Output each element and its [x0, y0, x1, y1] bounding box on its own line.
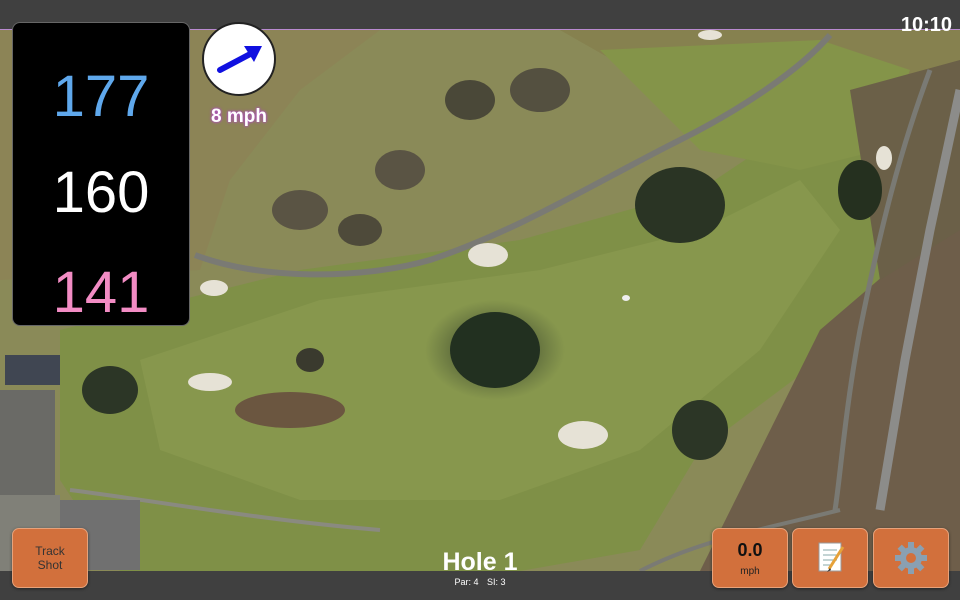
settings-button[interactable] — [873, 528, 949, 588]
bunker — [468, 243, 508, 267]
track-shot-label-line2: Shot — [37, 558, 63, 572]
gear-icon — [895, 542, 927, 574]
middle-distance: 160 — [52, 160, 150, 225]
wind-speed-label: 8 mph — [211, 106, 267, 127]
speed-button[interactable]: 0.0 mph — [712, 528, 788, 588]
clubhouse — [0, 390, 55, 495]
hole-title: Hole 1 — [442, 548, 518, 576]
hole-par: Par: 4 — [454, 577, 479, 587]
flag-marker — [622, 295, 630, 301]
status-clock: 10:10 — [900, 14, 952, 36]
notepad-icon — [818, 542, 845, 572]
arrow-icon — [217, 46, 262, 73]
front-distance: 141 — [52, 260, 150, 325]
back-distance: 177 — [52, 64, 150, 129]
track-shot-button[interactable]: Track Shot — [12, 528, 88, 588]
speed-value: 0.0 — [737, 540, 763, 560]
track-shot-label-line1: Track — [35, 544, 65, 558]
speed-unit: mph — [740, 566, 760, 577]
notes-button[interactable] — [792, 528, 868, 588]
hole-stroke-index: SI: 3 — [487, 577, 506, 587]
distance-panel: 177 160 141 — [12, 22, 190, 326]
wind-indicator — [202, 22, 276, 96]
hole-info: Par: 4 SI: 3 — [380, 577, 580, 587]
